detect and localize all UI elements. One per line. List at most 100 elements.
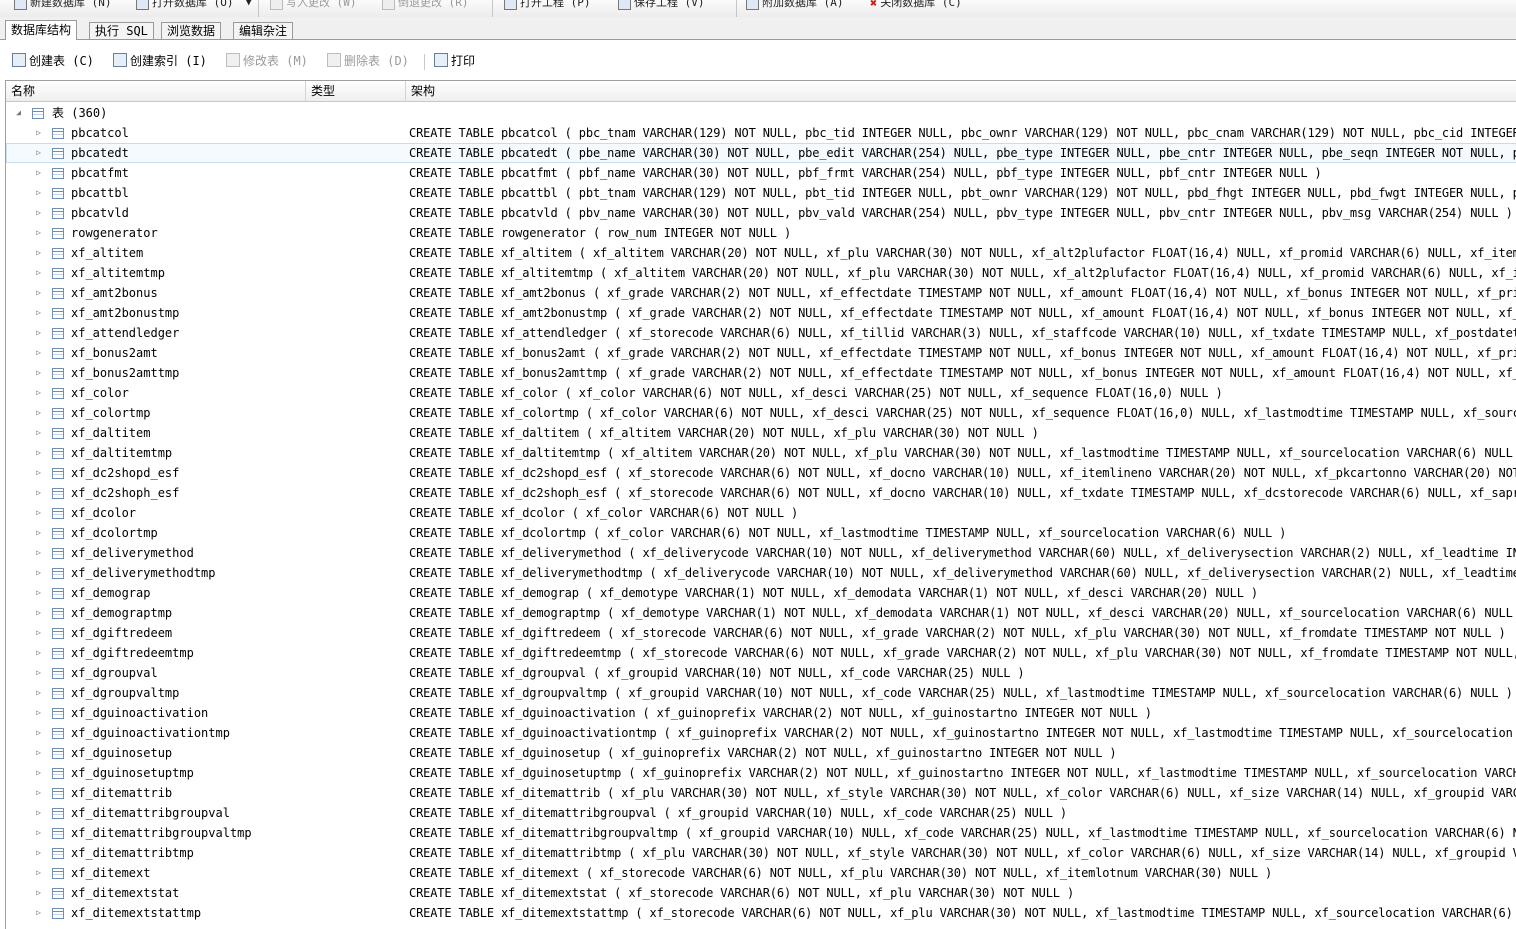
table-row[interactable]: ▷ xf_color CREATE TABLE xf_color ( xf_colo… (6, 383, 1516, 403)
table-row[interactable]: ▷ xf_attendledger CREATE TABLE xf_attendle… (6, 323, 1516, 343)
expand-arrow-icon[interactable]: ▷ (34, 448, 43, 457)
expand-arrow-icon[interactable]: ▷ (34, 168, 43, 177)
expand-arrow-icon[interactable]: ▷ (34, 828, 43, 837)
expand-arrow-icon[interactable]: ▷ (34, 248, 43, 257)
expand-arrow-icon[interactable]: ▷ (34, 688, 43, 697)
schema-tree[interactable]: 名称 类型 架构 ◢ 表 (360) ▷ pbcatcol CREATE TABLE… (5, 80, 1516, 929)
table-row[interactable]: ▷ xf_dgiftredeemtmp CREATE TABLE xf_dgiftr… (6, 643, 1516, 663)
tree-group-tables[interactable]: ◢ 表 (360) (6, 103, 1516, 123)
expand-arrow-icon[interactable]: ▷ (34, 308, 43, 317)
open-database-dropdown[interactable]: ▼ (246, 0, 251, 16)
expand-arrow-icon[interactable]: ▷ (34, 768, 43, 777)
table-row[interactable]: ▷ xf_ditemattribgroupval CREATE TABLE xf_d… (6, 803, 1516, 823)
expand-arrow-icon[interactable]: ▷ (34, 608, 43, 617)
expand-arrow-icon[interactable]: ▷ (34, 708, 43, 717)
expand-arrow-icon[interactable]: ▷ (34, 208, 43, 217)
table-row[interactable]: ▷ pbcatedt CREATE TABLE pbcatedt ( pbe_nam… (6, 143, 1516, 163)
table-row[interactable]: ▷ xf_dgroupvaltmp CREATE TABLE xf_dgroupva… (6, 683, 1516, 703)
column-header-type[interactable]: 类型 (306, 81, 406, 101)
expand-arrow-icon[interactable]: ▷ (34, 888, 43, 897)
table-row[interactable]: ▷ pbcatcol CREATE TABLE pbcatcol ( pbc_tna… (6, 123, 1516, 143)
table-row[interactable]: ▷ xf_bonus2amttmp CREATE TABLE xf_bonus2am… (6, 363, 1516, 383)
modify-table-button[interactable]: 修改表 (M) (226, 53, 308, 69)
expand-arrow-icon[interactable]: ▷ (34, 668, 43, 677)
expand-arrow-icon[interactable]: ▷ (34, 628, 43, 637)
expand-arrow-icon[interactable]: ▷ (34, 368, 43, 377)
table-row[interactable]: ▷ xf_dcolor CREATE TABLE xf_dcolor ( xf_co… (6, 503, 1516, 523)
expand-arrow-icon[interactable]: ▷ (34, 148, 43, 157)
table-row[interactable]: ▷ xf_daltitemtmp CREATE TABLE xf_daltitemt… (6, 443, 1516, 463)
table-row[interactable]: ▷ xf_dguinoactivationtmp CREATE TABLE xf_d… (6, 723, 1516, 743)
table-row[interactable]: ▷ xf_bonus2amt CREATE TABLE xf_bonus2amt (… (6, 343, 1516, 363)
expand-arrow-icon[interactable]: ▷ (34, 428, 43, 437)
table-row[interactable]: ▷ xf_dc2shopd_esf CREATE TABLE xf_dc2shopd… (6, 463, 1516, 483)
expand-arrow-icon[interactable]: ▷ (34, 808, 43, 817)
expand-arrow-icon[interactable]: ▷ (34, 288, 43, 297)
expand-arrow-icon[interactable]: ▷ (34, 268, 43, 277)
table-row[interactable]: ▷ xf_ditemextstat CREATE TABLE xf_ditemext… (6, 883, 1516, 903)
write-changes-button[interactable]: 写入更改 (W) (270, 0, 357, 12)
expand-arrow-icon[interactable]: ▷ (34, 508, 43, 517)
create-index-button[interactable]: 创建索引 (I) (113, 53, 207, 69)
column-header-name[interactable]: 名称 (6, 81, 306, 101)
table-row[interactable]: ▷ xf_altitemtmp CREATE TABLE xf_altitemtmp… (6, 263, 1516, 283)
table-row[interactable]: ▷ xf_dguinoactivation CREATE TABLE xf_dgui… (6, 703, 1516, 723)
table-row[interactable]: ▷ xf_dcolortmp CREATE TABLE xf_dcolortmp (… (6, 523, 1516, 543)
table-row[interactable]: ▷ xf_ditemattrib CREATE TABLE xf_ditemattr… (6, 783, 1516, 803)
expand-arrow-icon[interactable]: ▷ (34, 868, 43, 877)
table-row[interactable]: ▷ xf_amt2bonus CREATE TABLE xf_amt2bonus (… (6, 283, 1516, 303)
expand-arrow-icon[interactable]: ▷ (34, 328, 43, 337)
table-row[interactable]: ▷ xf_ditemextstattmp CREATE TABLE xf_ditem… (6, 903, 1516, 923)
expand-arrow-icon[interactable]: ▷ (34, 568, 43, 577)
delete-table-button[interactable]: 删除表 (D) (327, 53, 409, 69)
expand-arrow-icon[interactable]: ▷ (34, 848, 43, 857)
table-row[interactable]: ▷ xf_demograptmp CREATE TABLE xf_demograpt… (6, 603, 1516, 623)
create-table-button[interactable]: 创建表 (C) (12, 53, 94, 69)
column-header-schema[interactable]: 架构 (406, 81, 1516, 101)
expand-arrow-icon[interactable]: ▷ (34, 588, 43, 597)
new-database-button[interactable]: 新建数据库 (N) (14, 0, 112, 12)
table-row[interactable]: ▷ xf_demograp CREATE TABLE xf_demograp ( x… (6, 583, 1516, 603)
expand-arrow-icon[interactable]: ▷ (34, 128, 43, 137)
expand-arrow-icon[interactable]: ▷ (34, 388, 43, 397)
expand-arrow-icon[interactable]: ▷ (34, 348, 43, 357)
open-project-button[interactable]: 打开工程 (P) (504, 0, 591, 12)
expand-arrow-icon[interactable]: ▷ (34, 188, 43, 197)
table-row[interactable]: ▷ xf_altitem CREATE TABLE xf_altitem ( xf_… (6, 243, 1516, 263)
open-database-button[interactable]: 打开数据库 (O) (136, 0, 234, 12)
expand-arrow-icon[interactable]: ▷ (34, 908, 43, 917)
table-row[interactable]: ▷ xf_dguinosetuptmp CREATE TABLE xf_dguino… (6, 763, 1516, 783)
table-row[interactable]: ▷ pbcatvld CREATE TABLE pbcatvld ( pbv_nam… (6, 203, 1516, 223)
table-row[interactable]: ▷ xf_daltitem CREATE TABLE xf_daltitem ( x… (6, 423, 1516, 443)
table-row[interactable]: ▷ xf_amt2bonustmp CREATE TABLE xf_amt2bonu… (6, 303, 1516, 323)
table-row[interactable]: ▷ rowgenerator CREATE TABLE rowgenerator (… (6, 223, 1516, 243)
table-row[interactable]: ▷ xf_ditemattribgroupvaltmp CREATE TABLE x… (6, 823, 1516, 843)
table-row[interactable]: ▷ xf_ditemattribtmp CREATE TABLE xf_ditema… (6, 843, 1516, 863)
revert-changes-button[interactable]: 倒退更改 (R) (382, 0, 469, 12)
table-row[interactable]: ▷ xf_dc2shoph_esf CREATE TABLE xf_dc2shoph… (6, 483, 1516, 503)
expand-arrow-icon[interactable]: ▷ (34, 228, 43, 237)
close-database-button[interactable]: ✖ 关闭数据库 (C) (870, 0, 962, 12)
tab-browse-data[interactable]: 浏览数据 (161, 22, 222, 39)
expand-arrow-icon[interactable]: ▷ (34, 408, 43, 417)
table-row[interactable]: ▷ xf_dguinosetup CREATE TABLE xf_dguinoset… (6, 743, 1516, 763)
save-project-button[interactable]: 保存工程 (V) (618, 0, 705, 12)
table-row[interactable]: ▷ xf_colortmp CREATE TABLE xf_colortmp ( x… (6, 403, 1516, 423)
expand-arrow-icon[interactable]: ▷ (34, 488, 43, 497)
collapse-arrow-icon[interactable]: ◢ (14, 108, 23, 117)
expand-arrow-icon[interactable]: ▷ (34, 748, 43, 757)
expand-arrow-icon[interactable]: ▷ (34, 468, 43, 477)
expand-arrow-icon[interactable]: ▷ (34, 788, 43, 797)
table-row[interactable]: ▷ xf_deliverymethod CREATE TABLE xf_delive… (6, 543, 1516, 563)
expand-arrow-icon[interactable]: ▷ (34, 648, 43, 657)
expand-arrow-icon[interactable]: ▷ (34, 528, 43, 537)
print-button[interactable]: 打印 (434, 53, 475, 69)
table-row[interactable]: ▷ xf_dgroupval CREATE TABLE xf_dgroupval (… (6, 663, 1516, 683)
expand-arrow-icon[interactable]: ▷ (34, 548, 43, 557)
table-row[interactable]: ▷ pbcattbl CREATE TABLE pbcattbl ( pbt_tna… (6, 183, 1516, 203)
table-row[interactable]: ▷ xf_ditemext CREATE TABLE xf_ditemext ( x… (6, 863, 1516, 883)
expand-arrow-icon[interactable]: ▷ (34, 728, 43, 737)
tab-edit-pragmas[interactable]: 编辑杂注 (233, 22, 294, 39)
table-row[interactable]: ▷ xf_dgiftredeem CREATE TABLE xf_dgiftrede… (6, 623, 1516, 643)
table-row[interactable]: ▷ xf_deliverymethodtmp CREATE TABLE xf_del… (6, 563, 1516, 583)
